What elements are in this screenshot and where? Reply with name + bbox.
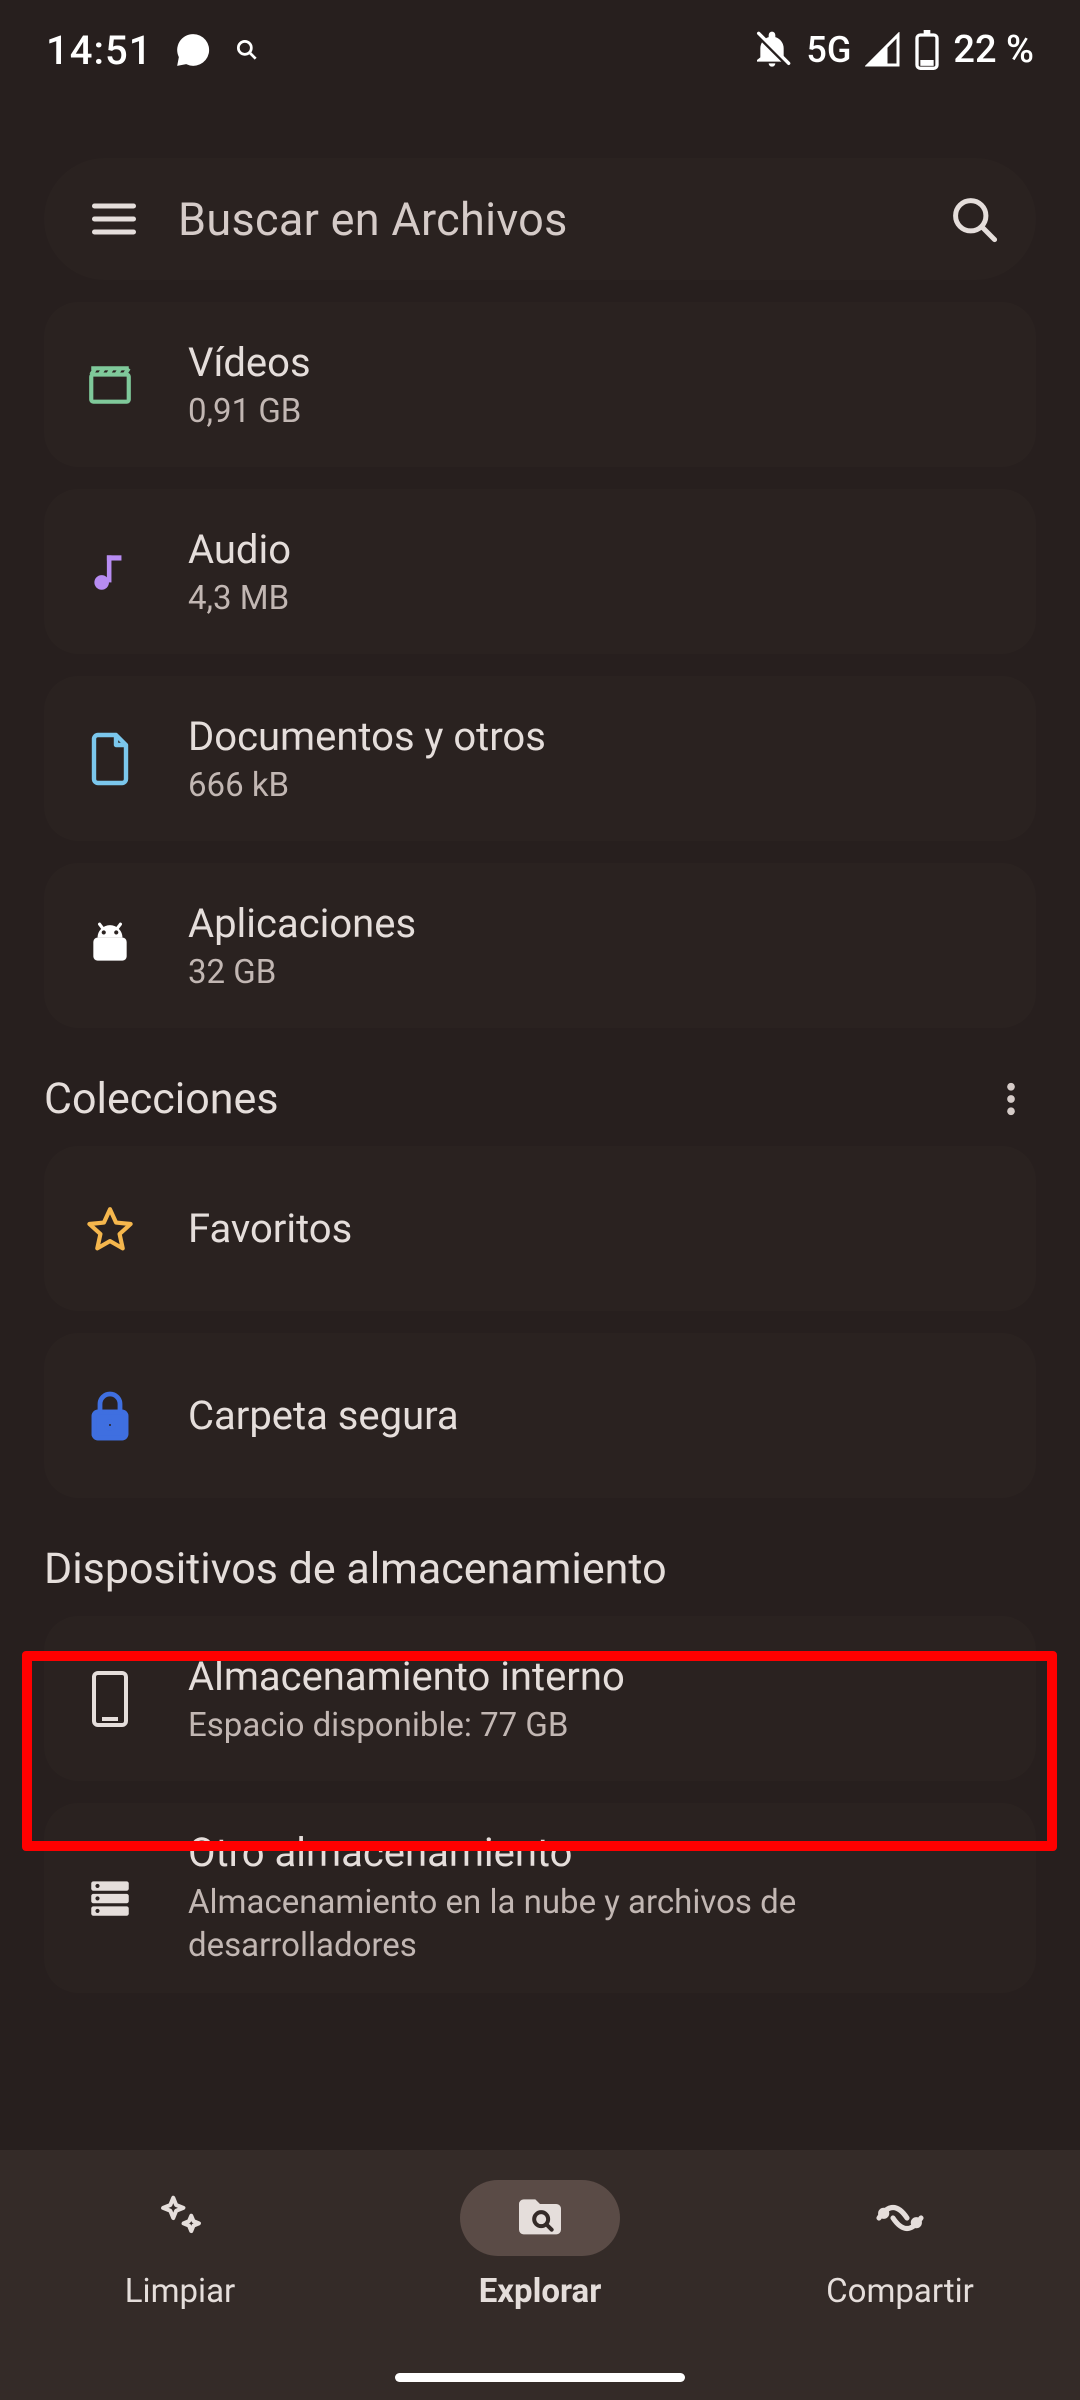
chat-icon bbox=[174, 31, 212, 69]
storage-icon bbox=[80, 1868, 140, 1928]
network-label: 5G bbox=[806, 29, 851, 71]
storage-sub: Almacenamiento en la nube y archivos de … bbox=[188, 1882, 948, 1968]
category-title: Audio bbox=[188, 526, 291, 573]
sparkle-icon bbox=[153, 2191, 207, 2245]
storage-title: Almacenamiento interno bbox=[188, 1653, 625, 1700]
category-size: 666 kB bbox=[188, 766, 546, 805]
collection-safefolder[interactable]: Carpeta segura bbox=[44, 1333, 1036, 1498]
category-size: 0,91 GB bbox=[188, 392, 311, 431]
dnd-icon bbox=[752, 30, 792, 70]
storage-internal[interactable]: Almacenamiento interno Espacio disponibl… bbox=[44, 1616, 1036, 1781]
category-title: Aplicaciones bbox=[188, 900, 416, 947]
folder-search-icon bbox=[512, 2190, 568, 2246]
section-title: Dispositivos de almacenamiento bbox=[44, 1544, 667, 1594]
lock-icon bbox=[80, 1386, 140, 1446]
section-title: Colecciones bbox=[44, 1074, 279, 1124]
storage-title: Otro almacenamiento bbox=[188, 1829, 948, 1876]
collection-title: Carpeta segura bbox=[188, 1392, 459, 1439]
status-bar: 14:51 5G 22 % bbox=[0, 0, 1080, 100]
storage-list: Almacenamiento interno Espacio disponibl… bbox=[0, 1616, 1080, 1993]
category-apps[interactable]: Aplicaciones 32 GB bbox=[44, 863, 1036, 1028]
storage-other[interactable]: Otro almacenamiento Almacenamiento en la… bbox=[44, 1803, 1036, 1993]
share-icon bbox=[872, 2190, 928, 2246]
categories-list: Vídeos 0,91 GB Audio 4,3 MB Documentos y… bbox=[0, 302, 1080, 1028]
nav-share[interactable]: Compartir bbox=[720, 2180, 1080, 2400]
phone-icon bbox=[80, 1669, 140, 1729]
collection-title: Favoritos bbox=[188, 1205, 352, 1252]
storage-header: Dispositivos de almacenamiento bbox=[0, 1544, 1080, 1594]
storage-sub: Espacio disponible: 77 GB bbox=[188, 1706, 625, 1745]
nav-explore[interactable]: Explorar bbox=[360, 2180, 720, 2400]
nav-label: Limpiar bbox=[125, 2272, 235, 2311]
nav-label: Explorar bbox=[479, 2272, 602, 2311]
audio-icon bbox=[80, 542, 140, 602]
video-icon bbox=[80, 355, 140, 415]
document-icon bbox=[80, 729, 140, 789]
collections-list: Favoritos Carpeta segura bbox=[0, 1146, 1080, 1498]
search-placeholder: Buscar en Archivos bbox=[178, 193, 948, 246]
category-size: 32 GB bbox=[188, 953, 416, 992]
collection-favorites[interactable]: Favoritos bbox=[44, 1146, 1036, 1311]
search-icon[interactable] bbox=[948, 193, 1000, 245]
signal-icon bbox=[865, 32, 901, 68]
category-title: Documentos y otros bbox=[188, 713, 546, 760]
overflow-icon[interactable] bbox=[986, 1074, 1036, 1124]
battery-icon bbox=[915, 30, 939, 70]
category-videos[interactable]: Vídeos 0,91 GB bbox=[44, 302, 1036, 467]
category-title: Vídeos bbox=[188, 339, 311, 386]
status-time: 14:51 bbox=[46, 27, 152, 74]
collections-header: Colecciones bbox=[0, 1074, 1080, 1124]
category-audio[interactable]: Audio 4,3 MB bbox=[44, 489, 1036, 654]
nav-label: Compartir bbox=[826, 2272, 974, 2311]
hamburger-icon[interactable] bbox=[88, 193, 140, 245]
search-bar[interactable]: Buscar en Archivos bbox=[44, 158, 1036, 280]
battery-percent: 22 % bbox=[953, 28, 1034, 72]
category-documents[interactable]: Documentos y otros 666 kB bbox=[44, 676, 1036, 841]
search-small-icon bbox=[234, 37, 260, 63]
star-icon bbox=[80, 1199, 140, 1259]
nav-clean[interactable]: Limpiar bbox=[0, 2180, 360, 2400]
home-indicator[interactable] bbox=[395, 2373, 685, 2382]
bottom-nav: Limpiar Explorar Compartir bbox=[0, 2150, 1080, 2400]
apps-icon bbox=[80, 916, 140, 976]
category-size: 4,3 MB bbox=[188, 579, 291, 618]
